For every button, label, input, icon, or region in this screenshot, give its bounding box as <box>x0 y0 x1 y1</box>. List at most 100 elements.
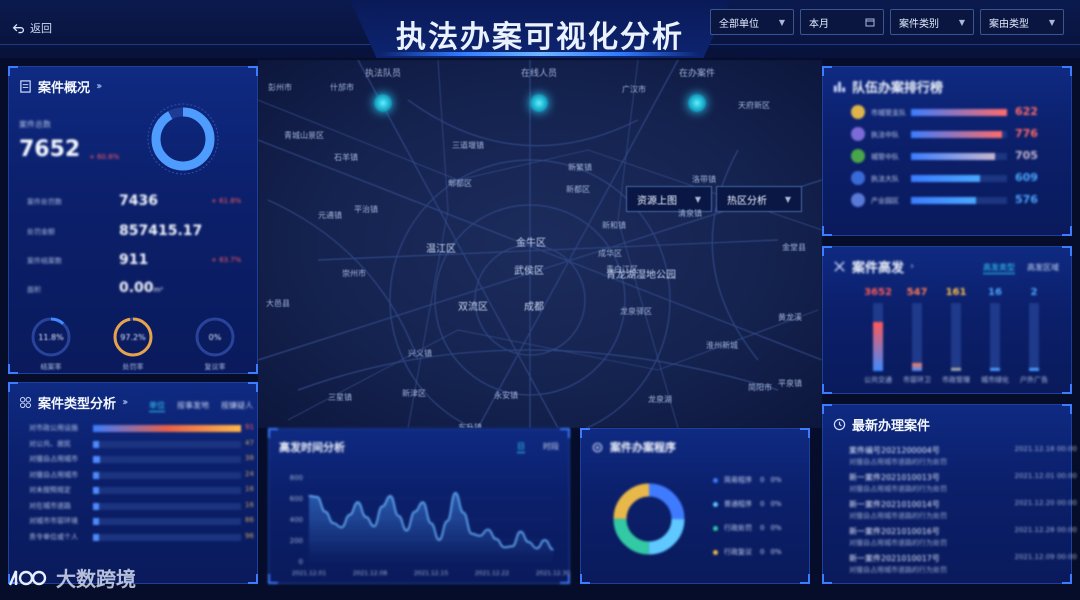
legend-percent: 0% <box>770 500 782 508</box>
ranking-row[interactable]: 产业园区 576 <box>851 193 1061 207</box>
tab-unit[interactable]: 单位 <box>149 400 165 412</box>
case-type-header[interactable]: 案件类型分析 ››› <box>19 393 129 412</box>
team-name: 城管中队 <box>871 153 899 161</box>
hotspot-value: 547 <box>906 287 928 298</box>
map-stat-cases: 在办案件 <box>678 69 715 79</box>
case-type-row[interactable]: 对市政公用设施 91 <box>29 423 259 433</box>
back-button[interactable]: 返回 <box>12 20 52 36</box>
legend-swatch <box>713 549 718 555</box>
case-reason-value: 案由类型 <box>989 18 1029 30</box>
case-overview-header[interactable]: 案件概况 ››› <box>19 77 103 96</box>
line-point <box>406 529 408 532</box>
team-ranking-header[interactable]: 队伍办案排行榜 <box>833 77 943 96</box>
latest-case-item[interactable]: 新一案件2021010016号 2021.12.28 00:00 对擅自占用城市道路… <box>849 526 1077 550</box>
tab-hot-type[interactable]: 高发类型 <box>983 262 1015 274</box>
tab-location[interactable]: 按事发地 <box>177 400 209 411</box>
y-tick-label: 400 <box>290 516 303 524</box>
time-analysis-header[interactable]: 高发时间分析 <box>279 439 345 455</box>
rank-bar-track <box>911 109 1007 116</box>
case-type-name: 责令单位或个人 <box>29 532 78 541</box>
map-stat-dot[interactable] <box>374 94 392 112</box>
latest-case-item[interactable]: 新一案件2021010013号 2021.12.01 00:00 对擅自占用城市道路… <box>849 472 1077 496</box>
map-place-label: 淮州新城 <box>706 341 738 350</box>
line-point <box>462 512 465 514</box>
row-label: 案件处罚数 <box>27 198 62 206</box>
period-select[interactable]: 本月 <box>800 9 884 35</box>
legend-item[interactable]: 行政复议 0 0% <box>713 547 782 557</box>
team-avatar-icon <box>851 105 865 119</box>
ranking-row[interactable]: 执法中队 776 <box>851 127 1061 141</box>
case-type-row[interactable]: 对未按照规定 16 <box>29 485 259 495</box>
hotspot-bar-fill[interactable] <box>912 362 922 371</box>
tab-hot-area[interactable]: 高发区域 <box>1027 262 1059 273</box>
line-point <box>454 492 456 494</box>
case-type-row[interactable]: 对擅自占用城市 24 <box>29 470 259 480</box>
y-tick-label: 200 <box>290 537 303 545</box>
legend-item[interactable]: 普通程序 0 0% <box>713 499 782 509</box>
ranking-row[interactable]: 执法大队 609 <box>851 171 1061 185</box>
case-process-header[interactable]: 案件办案程序 <box>591 439 676 455</box>
case-reason-select[interactable]: 案由类型 ▼ <box>980 9 1064 35</box>
case-type-count: 91 <box>245 423 254 431</box>
ranking-row[interactable]: 市城管支队 622 <box>851 105 1061 119</box>
team-avatar-icon <box>851 149 865 163</box>
map-place-label: 龙泉驿区 <box>620 307 652 316</box>
rank-bar-fill <box>911 109 1007 116</box>
case-type-track <box>93 456 241 463</box>
row-change: + 83.7% <box>211 256 242 264</box>
case-type-row[interactable]: 对擅自占用城市 38 <box>29 454 259 464</box>
gauge-label: 处罚率 <box>123 362 144 371</box>
case-type-row[interactable]: 对在城市道路 16 <box>29 501 259 511</box>
latest-cases-header[interactable]: 最新办理案件 <box>833 415 930 434</box>
gauge-value: 0% <box>209 333 222 342</box>
rank-bar-track <box>911 153 1007 160</box>
latest-case-item[interactable]: 新一案件2021010017号 2021.12.09 00:00 对擅自占用城市道路… <box>849 553 1077 577</box>
case-category-select[interactable]: 案件类别 ▼ <box>890 9 974 35</box>
rank-bar-track <box>911 197 1007 204</box>
map-place-label: 成都 <box>524 302 544 313</box>
unit-select[interactable]: 全部单位 ▼ <box>710 9 794 35</box>
case-type-row[interactable]: 责令单位或个人 96 <box>29 532 259 542</box>
page-title: 执法办案可视化分析 <box>396 20 684 55</box>
map-stat-dot[interactable] <box>688 94 706 112</box>
map-place-label: 兴义镇 <box>408 349 432 358</box>
hotspot-bar-fill[interactable] <box>873 322 883 371</box>
tab-day[interactable]: 日 <box>517 441 525 453</box>
case-type-row[interactable]: 对公共、居民 47 <box>29 439 259 449</box>
x-tick-label: 2021.12.15 <box>414 570 449 577</box>
line-point <box>479 535 481 537</box>
city-map[interactable]: 执法队员 在线人员 在办案件 资源上图 ▼ 热区分析 ▼ 彭州市 什邡市 广汉市 青城… <box>258 60 822 428</box>
case-hotspot-panel: 案件高发 › 高发类型 高发区域 3652 公共交通 547 市容环卫 161 市政管理 1… <box>822 246 1072 394</box>
rank-bar-fill <box>911 153 996 160</box>
legend-item[interactable]: 简易程序 0 0% <box>713 475 782 485</box>
ranking-row[interactable]: 城管中队 705 <box>851 149 1061 163</box>
line-point <box>397 515 400 517</box>
latest-case-item[interactable]: 案件编号2021200004号 2021.12.18 00:00 对擅自占用城市道路… <box>849 445 1077 469</box>
period-select-value: 本月 <box>809 18 829 30</box>
legend-value: 0 <box>760 524 765 532</box>
hotspot-bar-fill[interactable] <box>990 368 1000 371</box>
hotzone-analysis-label: 热区分析 <box>727 195 767 207</box>
case-type-track <box>93 502 241 510</box>
case-type-row[interactable]: 对城市市容环境 86 <box>29 516 259 526</box>
line-point <box>340 526 343 528</box>
legend-item[interactable]: 行政处罚 0 0% <box>713 523 782 533</box>
hotzone-analysis-button[interactable]: 热区分析 ▼ <box>716 186 802 212</box>
hotspot-bar-fill[interactable] <box>951 368 961 371</box>
map-place-label: 双流区 <box>458 302 488 313</box>
total-cases-label: 案件总数 <box>19 120 51 129</box>
map-place-label: 简阳市 <box>748 383 772 392</box>
total-cases-value: 7652 <box>19 137 81 162</box>
tab-suspect[interactable]: 按嫌疑人 <box>221 400 253 411</box>
tab-period[interactable]: 时段 <box>543 441 559 452</box>
latest-case-item[interactable]: 新一案件2021010014号 2021.12.20 00:00 对擅自占用城市道路… <box>849 499 1077 523</box>
hotspot-bar-fill[interactable] <box>1029 368 1039 371</box>
hotspot-bar-track <box>873 303 883 371</box>
case-type-name: 对擅自占用城市 <box>29 455 78 463</box>
map-stat-dot[interactable] <box>530 94 548 112</box>
map-stat-officers: 执法队员 <box>364 69 401 79</box>
legend-swatch <box>713 501 718 507</box>
line-point <box>332 522 334 524</box>
hotspot-label: 公共交通 <box>864 376 892 384</box>
case-hotspot-header[interactable]: 案件高发 › <box>833 257 915 276</box>
